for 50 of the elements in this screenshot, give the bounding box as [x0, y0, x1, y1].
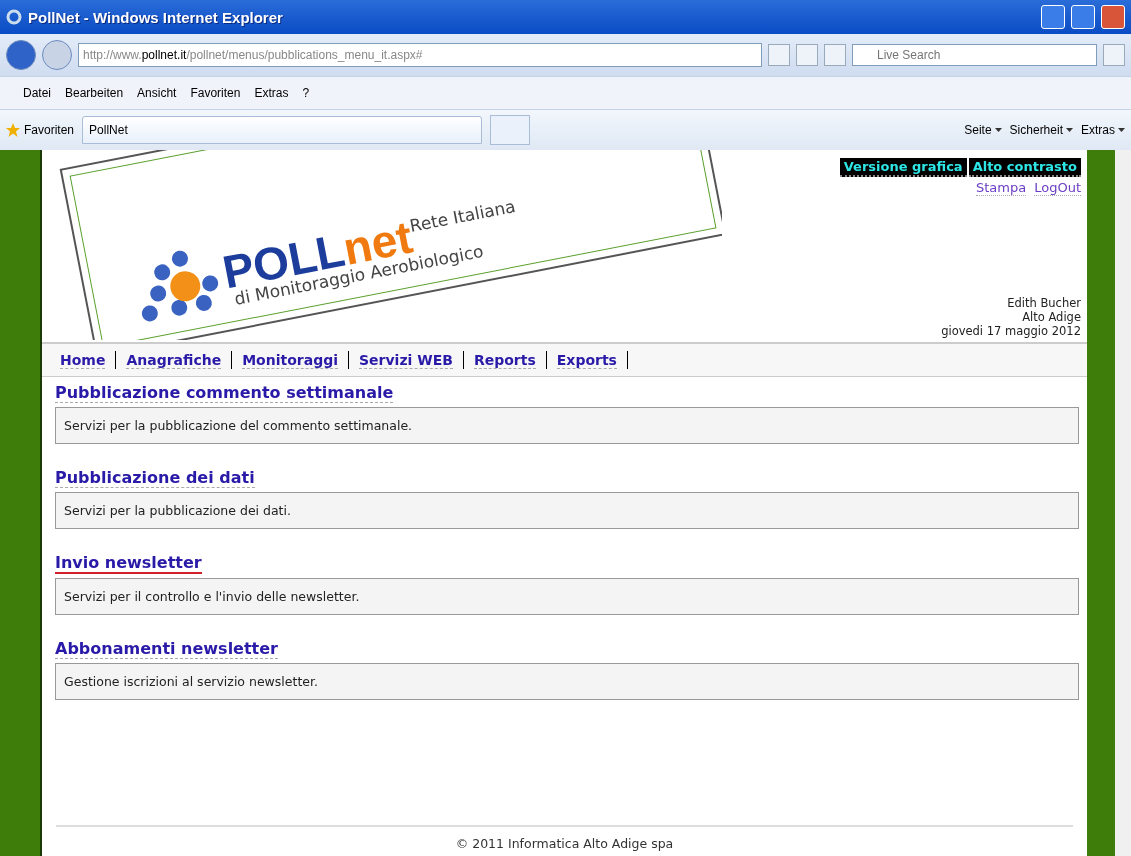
- menu-item[interactable]: Ansicht: [130, 86, 184, 100]
- search-button[interactable]: [1103, 44, 1125, 66]
- section-description: Servizi per il controllo e l'invio delle newsletter.: [55, 578, 1079, 615]
- menu-item[interactable]: ?: [295, 86, 317, 100]
- nav-link[interactable]: Home: [60, 351, 106, 369]
- minimize-button[interactable]: [1041, 5, 1065, 29]
- menu-item[interactable]: Favoriten: [183, 86, 248, 100]
- command-menu[interactable]: Extras: [1081, 123, 1125, 137]
- command-menu[interactable]: Seite: [964, 123, 1002, 137]
- forward-button[interactable]: [42, 40, 72, 70]
- section-link[interactable]: Abbonamenti newsletter: [55, 639, 278, 659]
- menu-item[interactable]: Datei: [16, 86, 58, 100]
- nav-link[interactable]: Reports: [473, 351, 536, 369]
- nav-link[interactable]: Servizi WEB: [359, 351, 453, 369]
- user-info: Alto Adige: [1022, 310, 1081, 324]
- caret-icon: [1118, 128, 1125, 132]
- stop-button[interactable]: [824, 44, 846, 66]
- user-info: Edith Bucher: [1007, 296, 1081, 310]
- section-description: Gestione iscrizioni al servizio newsletter.: [55, 663, 1079, 700]
- maximize-button[interactable]: [1071, 5, 1095, 29]
- nav-link[interactable]: Anagrafiche: [126, 351, 222, 369]
- star-icon: [6, 123, 20, 137]
- search-field[interactable]: Live Search: [852, 44, 1097, 66]
- section-description: Servizi per la pubblicazione dei dati.: [55, 492, 1079, 529]
- favorites-button[interactable]: Favoriten: [6, 123, 75, 137]
- user-info: giovedi 17 maggio 2012: [941, 324, 1081, 338]
- menu-item[interactable]: Extras: [247, 86, 296, 100]
- section-link[interactable]: Pubblicazione commento settimanale: [55, 383, 394, 403]
- menu-item[interactable]: Bearbeiten: [58, 86, 131, 100]
- dropdown-button[interactable]: [768, 44, 790, 66]
- section-link[interactable]: Invio newsletter: [55, 553, 202, 574]
- view-mode-link[interactable]: Versione grafica: [839, 158, 967, 177]
- address-field[interactable]: http://www.pollnet.it/pollnet/menus/pubblications_menu_it.aspx#: [78, 43, 762, 67]
- back-button[interactable]: [6, 40, 36, 70]
- nav-link[interactable]: Monitoraggi: [242, 351, 338, 369]
- user-link[interactable]: Stampa: [976, 180, 1027, 196]
- window-title: PollNet - Windows Internet Explorer: [28, 8, 284, 26]
- footer-text: © 2011 Informatica Alto Adige spa: [455, 836, 674, 851]
- section-link[interactable]: Pubblicazione dei dati: [55, 468, 255, 488]
- refresh-button[interactable]: [796, 44, 818, 66]
- command-menu[interactable]: Sicherheit: [1009, 123, 1073, 137]
- section-description: Servizi per la pubblicazione del commento settimanale.: [55, 407, 1079, 444]
- user-link[interactable]: LogOut: [1034, 180, 1081, 196]
- new-tab-button[interactable]: [490, 115, 531, 145]
- view-mode-link[interactable]: Alto contrasto: [968, 158, 1081, 177]
- browser-tab[interactable]: PollNet: [82, 116, 483, 144]
- close-button[interactable]: [1101, 5, 1125, 29]
- nav-link[interactable]: Exports: [556, 351, 617, 369]
- caret-icon: [1066, 128, 1073, 132]
- caret-icon: [994, 128, 1002, 132]
